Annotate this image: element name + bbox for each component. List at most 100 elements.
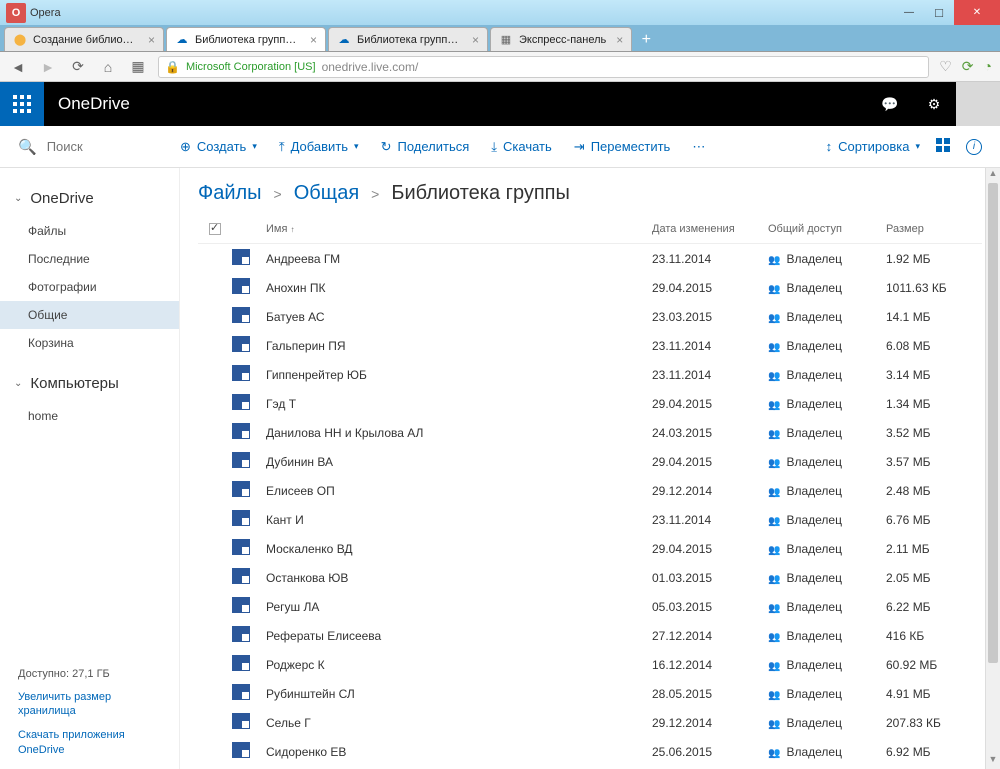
tab-close-icon[interactable]: × xyxy=(468,33,479,47)
vertical-scrollbar[interactable]: ▲ ▼ xyxy=(985,168,1000,769)
sidebar-item[interactable]: home xyxy=(0,402,179,430)
scroll-thumb[interactable] xyxy=(988,183,998,663)
sidebar-item[interactable]: Общие xyxy=(0,301,179,329)
table-row[interactable]: Данилова НН и Крылова АЛ 24.03.2015 👥Вла… xyxy=(198,418,982,447)
people-icon: 👥 xyxy=(768,255,780,266)
nav-speeddial[interactable]: ▦ xyxy=(128,58,148,75)
browser-tab[interactable]: ⬤Создание библиотеки гр× xyxy=(4,27,164,51)
sidebar-item[interactable]: Корзина xyxy=(0,329,179,357)
profile-avatar[interactable] xyxy=(956,82,1000,126)
sidebar-group-computers[interactable]: ⌄Компьютеры xyxy=(0,371,179,402)
search-icon[interactable]: 🔍 xyxy=(18,138,37,156)
tab-close-icon[interactable]: × xyxy=(612,33,623,47)
word-file-icon xyxy=(232,249,250,265)
table-row[interactable]: Регуш ЛА 05.03.2015 👥Владелец 6.22 МБ xyxy=(198,592,982,621)
table-row[interactable]: Селье Г 29.12.2014 👥Владелец 207.83 КБ xyxy=(198,708,982,737)
url-field[interactable]: 🔒 Microsoft Corporation [US] onedrive.li… xyxy=(158,56,929,78)
new-tab-button[interactable]: + xyxy=(634,29,658,51)
brand-name[interactable]: OneDrive xyxy=(44,82,130,126)
add-button[interactable]: ⤒Добавить▾ xyxy=(279,139,359,155)
file-name[interactable]: Рубинштейн СЛ xyxy=(266,687,652,701)
window-maximize[interactable]: □ xyxy=(924,0,954,25)
file-name[interactable]: Сидоренко ЕВ xyxy=(266,745,652,759)
file-name[interactable]: Гальперин ПЯ xyxy=(266,339,652,353)
col-size[interactable]: Размер xyxy=(886,223,982,235)
file-name[interactable]: Данилова НН и Крылова АЛ xyxy=(266,426,652,440)
table-row[interactable]: Рефераты Елисеева 27.12.2014 👥Владелец 4… xyxy=(198,621,982,650)
file-name[interactable]: Андреева ГМ xyxy=(266,252,652,266)
app-launcher[interactable] xyxy=(0,82,44,126)
file-name[interactable]: Дубинин ВА xyxy=(266,455,652,469)
table-row[interactable]: Дубинин ВА 29.04.2015 👥Владелец 3.57 МБ xyxy=(198,447,982,476)
col-name[interactable]: Имя↑ xyxy=(266,223,652,235)
plus-icon: ⊕ xyxy=(180,139,191,155)
window-close[interactable]: ✕ xyxy=(954,0,1000,25)
download-button[interactable]: ⤓Скачать xyxy=(491,139,552,155)
nav-back[interactable]: ◄ xyxy=(8,59,28,75)
table-row[interactable]: Сидоренко ЕВ 25.06.2015 👥Владелец 6.92 М… xyxy=(198,737,982,766)
col-share[interactable]: Общий доступ xyxy=(768,223,886,235)
breadcrumb-link[interactable]: Файлы xyxy=(198,182,262,205)
sort-button[interactable]: ↕Сортировка▾ xyxy=(826,139,920,154)
search-input[interactable] xyxy=(47,139,147,154)
table-row[interactable]: Елисеев ОП 29.12.2014 👥Владелец 2.48 МБ xyxy=(198,476,982,505)
download-apps-link[interactable]: Скачать приложения OneDrive xyxy=(18,728,161,757)
tab-close-icon[interactable]: × xyxy=(306,33,317,47)
sidebar-group-onedrive[interactable]: ⌄OneDrive xyxy=(0,186,179,217)
table-row[interactable]: Роджерс К 16.12.2014 👥Владелец 60.92 МБ xyxy=(198,650,982,679)
move-button[interactable]: ⇥Переместить xyxy=(574,139,671,155)
settings-icon[interactable]: ⚙ xyxy=(912,82,956,126)
sidebar: ⌄OneDrive ФайлыПоследниеФотографииОбщиеК… xyxy=(0,168,180,769)
col-date[interactable]: Дата изменения xyxy=(652,223,768,235)
file-name[interactable]: Селье Г xyxy=(266,716,652,730)
table-row[interactable]: Рубинштейн СЛ 28.05.2015 👥Владелец 4.91 … xyxy=(198,679,982,708)
sidebar-item[interactable]: Файлы xyxy=(0,217,179,245)
heart-icon[interactable]: ♡ xyxy=(939,58,952,75)
file-name[interactable]: Рефераты Елисеева xyxy=(266,629,652,643)
file-name[interactable]: Елисеев ОП xyxy=(266,484,652,498)
table-row[interactable]: Гиппенрейтер ЮБ 23.11.2014 👥Владелец 3.1… xyxy=(198,360,982,389)
create-button[interactable]: ⊕Создать▾ xyxy=(180,139,257,155)
scroll-up-arrow[interactable]: ▲ xyxy=(986,168,1000,183)
file-name[interactable]: Гиппенрейтер ЮБ xyxy=(266,368,652,382)
file-name[interactable]: Москаленко ВД xyxy=(266,542,652,556)
sync-icon[interactable]: ◔ xyxy=(984,58,992,75)
view-toggle[interactable] xyxy=(936,138,950,155)
people-icon: 👥 xyxy=(768,661,780,672)
sidebar-item[interactable]: Последние xyxy=(0,245,179,273)
table-row[interactable]: Останкова ЮВ 01.03.2015 👥Владелец 2.05 М… xyxy=(198,563,982,592)
file-name[interactable]: Останкова ЮВ xyxy=(266,571,652,585)
file-name[interactable]: Кант И xyxy=(266,513,652,527)
info-icon[interactable]: i xyxy=(966,139,982,155)
breadcrumb-link[interactable]: Общая xyxy=(294,182,359,205)
more-button[interactable]: ⋯ xyxy=(692,139,705,155)
download-icon: ⤓ xyxy=(491,139,497,155)
table-row[interactable]: Андреева ГМ 23.11.2014 👥Владелец 1.92 МБ xyxy=(198,244,982,273)
scroll-down-arrow[interactable]: ▼ xyxy=(986,754,1000,769)
table-row[interactable]: Кант И 23.11.2014 👥Владелец 6.76 МБ xyxy=(198,505,982,534)
table-row[interactable]: Гэд Т 29.04.2015 👥Владелец 1.34 МБ xyxy=(198,389,982,418)
extension-icon[interactable]: ⟳ xyxy=(962,58,974,75)
file-name[interactable]: Гэд Т xyxy=(266,397,652,411)
table-row[interactable]: Батуев АС 23.03.2015 👥Владелец 14.1 МБ xyxy=(198,302,982,331)
sidebar-item[interactable]: Фотографии xyxy=(0,273,179,301)
nav-reload[interactable]: ⟳ xyxy=(68,58,88,75)
browser-tab[interactable]: ☁Библиотека группы — O× xyxy=(328,27,488,51)
tab-close-icon[interactable]: × xyxy=(144,33,155,47)
table-row[interactable]: Гальперин ПЯ 23.11.2014 👥Владелец 6.08 М… xyxy=(198,331,982,360)
nav-forward[interactable]: ► xyxy=(38,59,58,75)
file-name[interactable]: Роджерс К xyxy=(266,658,652,672)
table-row[interactable]: Москаленко ВД 29.04.2015 👥Владелец 2.11 … xyxy=(198,534,982,563)
share-button[interactable]: ↻Поделиться xyxy=(381,139,470,155)
chat-icon[interactable]: 💬 xyxy=(868,82,912,126)
file-name[interactable]: Батуев АС xyxy=(266,310,652,324)
file-name[interactable]: Анохин ПК xyxy=(266,281,652,295)
table-row[interactable]: Анохин ПК 29.04.2015 👥Владелец 1011.63 К… xyxy=(198,273,982,302)
browser-tab[interactable]: ▦Экспресс-панель× xyxy=(490,27,632,51)
upgrade-storage-link[interactable]: Увеличить размер хранилища xyxy=(18,690,161,719)
file-name[interactable]: Регуш ЛА xyxy=(266,600,652,614)
select-all-checkbox[interactable] xyxy=(209,223,221,235)
nav-home[interactable]: ⌂ xyxy=(98,59,118,75)
window-minimize[interactable]: — xyxy=(894,0,924,25)
browser-tab[interactable]: ☁Библиотека группы — O× xyxy=(166,27,326,51)
